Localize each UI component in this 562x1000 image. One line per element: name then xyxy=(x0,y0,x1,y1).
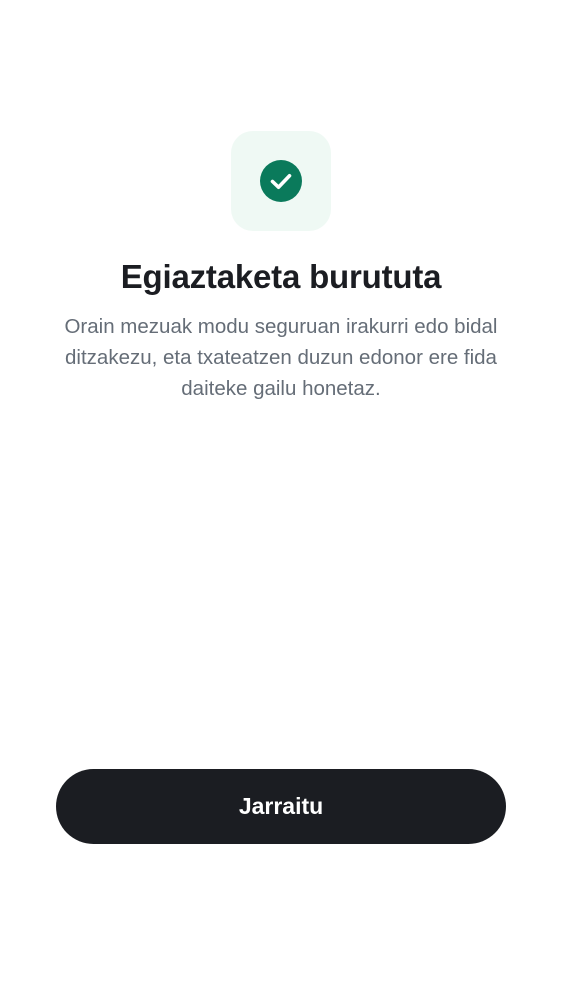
page-title: Egiaztaketa burututa xyxy=(120,258,442,295)
check-circle-icon xyxy=(260,160,302,202)
verification-complete-screen: Egiaztaketa burututa Orain mezuak modu s… xyxy=(0,0,562,1000)
continue-button-label: Jarraitu xyxy=(238,793,324,819)
verification-description: Orain mezuak modu seguruan irakurri edo … xyxy=(64,315,498,400)
success-icon-tile xyxy=(231,131,331,231)
continue-button[interactable]: Jarraitu xyxy=(56,769,506,844)
